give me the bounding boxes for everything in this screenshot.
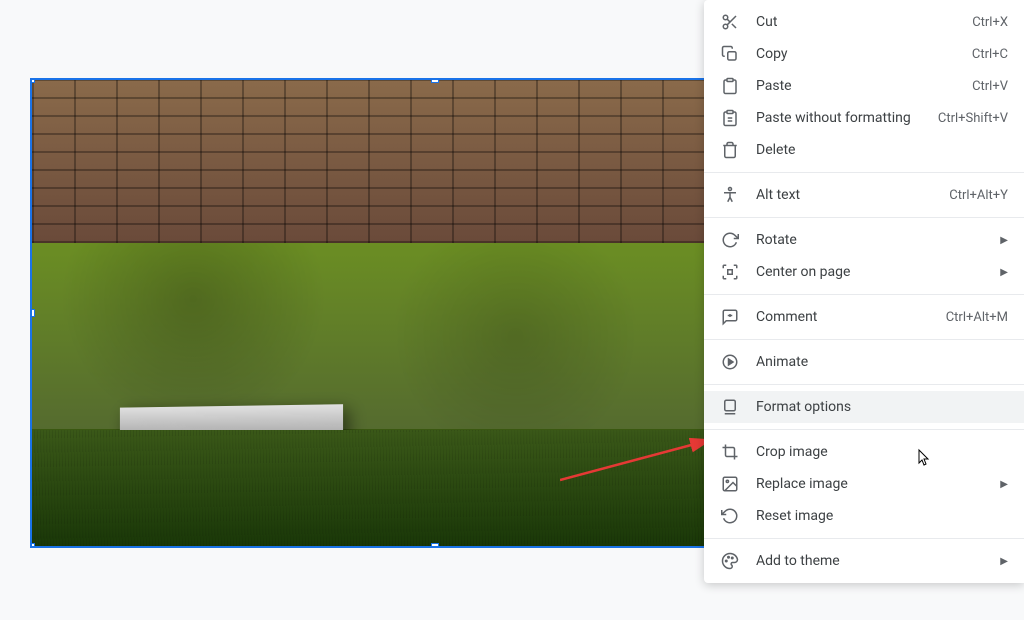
menu-divider: [704, 294, 1024, 295]
menu-shortcut: Ctrl+Alt+Y: [949, 188, 1008, 203]
resize-handle-bottom-left[interactable]: [30, 543, 35, 548]
menu-item-paste-without-formatting[interactable]: Paste without formatting Ctrl+Shift+V: [704, 102, 1024, 134]
menu-label: Alt text: [756, 187, 949, 203]
menu-label: Cut: [756, 14, 972, 30]
menu-item-copy[interactable]: Copy Ctrl+C: [704, 38, 1024, 70]
menu-label: Paste without formatting: [756, 110, 938, 126]
menu-divider: [704, 538, 1024, 539]
menu-item-paste[interactable]: Paste Ctrl+V: [704, 70, 1024, 102]
reset-icon: [720, 506, 740, 526]
menu-label: Add to theme: [756, 553, 992, 569]
menu-label: Comment: [756, 309, 946, 325]
menu-divider: [704, 172, 1024, 173]
submenu-arrow-icon: ▶: [1000, 235, 1008, 246]
menu-divider: [704, 339, 1024, 340]
menu-divider: [704, 429, 1024, 430]
menu-label: Center on page: [756, 264, 992, 280]
menu-divider: [704, 217, 1024, 218]
delete-icon: [720, 140, 740, 160]
resize-handle-top-middle[interactable]: [431, 78, 439, 83]
submenu-arrow-icon: ▶: [1000, 556, 1008, 567]
menu-label: Format options: [756, 399, 1008, 415]
accessibility-icon: [720, 185, 740, 205]
submenu-arrow-icon: ▶: [1000, 267, 1008, 278]
resize-handle-middle-left[interactable]: [30, 309, 35, 317]
animate-icon: [720, 352, 740, 372]
menu-item-delete[interactable]: Delete: [704, 134, 1024, 166]
replace-image-icon: [720, 474, 740, 494]
menu-item-cut[interactable]: Cut Ctrl+X: [704, 6, 1024, 38]
menu-item-alt-text[interactable]: Alt text Ctrl+Alt+Y: [704, 179, 1024, 211]
menu-item-center-on-page[interactable]: Center on page ▶: [704, 256, 1024, 288]
menu-label: Paste: [756, 78, 972, 94]
menu-item-reset-image[interactable]: Reset image: [704, 500, 1024, 532]
paste-plain-icon: [720, 108, 740, 128]
menu-item-rotate[interactable]: Rotate ▶: [704, 224, 1024, 256]
menu-shortcut: Ctrl+Alt+M: [946, 310, 1008, 325]
menu-divider: [704, 384, 1024, 385]
resize-handle-top-left[interactable]: [30, 78, 35, 83]
menu-item-add-to-theme[interactable]: Add to theme ▶: [704, 545, 1024, 577]
menu-shortcut: Ctrl+C: [972, 47, 1008, 62]
menu-item-animate[interactable]: Animate: [704, 346, 1024, 378]
menu-label: Animate: [756, 354, 1008, 370]
menu-label: Delete: [756, 142, 1008, 158]
menu-shortcut: Ctrl+X: [972, 15, 1008, 30]
menu-item-crop-image[interactable]: Crop image: [704, 436, 1024, 468]
paste-icon: [720, 76, 740, 96]
menu-item-comment[interactable]: Comment Ctrl+Alt+M: [704, 301, 1024, 333]
rotate-icon: [720, 230, 740, 250]
copy-icon: [720, 44, 740, 64]
menu-label: Copy: [756, 46, 972, 62]
crop-icon: [720, 442, 740, 462]
menu-item-format-options[interactable]: Format options: [704, 391, 1024, 423]
palette-icon: [720, 551, 740, 571]
menu-label: Rotate: [756, 232, 992, 248]
menu-label: Reset image: [756, 508, 1008, 524]
menu-shortcut: Ctrl+V: [972, 79, 1008, 94]
context-menu: Cut Ctrl+X Copy Ctrl+C Paste Ctrl+V Past…: [704, 0, 1024, 583]
cursor-pointer-icon: [914, 448, 932, 470]
comment-icon: [720, 307, 740, 327]
menu-shortcut: Ctrl+Shift+V: [938, 111, 1008, 126]
format-options-icon: [720, 397, 740, 417]
menu-label: Crop image: [756, 444, 1008, 460]
menu-label: Replace image: [756, 476, 992, 492]
submenu-arrow-icon: ▶: [1000, 479, 1008, 490]
menu-item-replace-image[interactable]: Replace image ▶: [704, 468, 1024, 500]
resize-handle-bottom-middle[interactable]: [431, 543, 439, 548]
cut-icon: [720, 12, 740, 32]
center-icon: [720, 262, 740, 282]
